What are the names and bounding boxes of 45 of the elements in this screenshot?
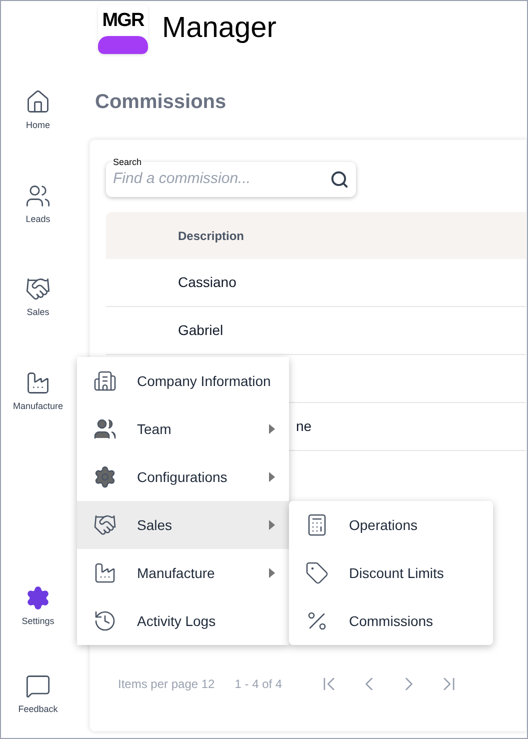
handshake-icon xyxy=(93,513,117,537)
submenu-item[interactable]: Discount Limits xyxy=(289,549,493,597)
search-icon xyxy=(330,170,349,189)
house-icon xyxy=(25,89,51,115)
tag-icon xyxy=(305,561,329,585)
table-row[interactable]: Cassiano xyxy=(106,259,526,307)
settings-icon xyxy=(25,585,51,611)
people-icon xyxy=(93,417,117,441)
submenu-item[interactable]: Commissions xyxy=(289,597,493,645)
table-cell-text: Cassiano xyxy=(178,273,236,292)
factory-icon xyxy=(25,370,51,396)
menu-item[interactable]: Company Information xyxy=(77,357,289,405)
building-icon xyxy=(93,369,117,393)
page-title: Commissions xyxy=(95,90,228,115)
menu-item[interactable]: Sales xyxy=(77,501,289,549)
sidebar-item[interactable]: Leads xyxy=(6,178,70,230)
table-cell-text: Gabriel xyxy=(178,321,224,340)
caret-icon xyxy=(269,424,275,434)
sidebar-item[interactable]: Feedback xyxy=(6,668,70,720)
table-cell-text: ne xyxy=(296,417,312,436)
menu-item[interactable]: Manufacture xyxy=(77,549,289,597)
menu-item[interactable]: Activity Logs xyxy=(77,597,289,645)
menu-item[interactable]: Team xyxy=(77,405,289,453)
column-header: Description xyxy=(178,228,244,244)
sidebar-item[interactable]: Home xyxy=(6,85,70,136)
table-row[interactable]: Gabriel xyxy=(106,307,526,355)
caret-icon xyxy=(269,568,275,578)
search-field[interactable]: Find a commission... xyxy=(113,168,330,191)
caret-icon xyxy=(269,520,275,530)
sidebar-item[interactable]: Sales xyxy=(6,272,70,324)
menu-item[interactable]: Configurations xyxy=(77,453,289,501)
speech-bubble-icon xyxy=(25,672,51,698)
people-icon xyxy=(25,182,51,208)
history-icon xyxy=(93,609,117,633)
app-name: Manager xyxy=(162,11,276,46)
items-per-page: Items per page 12 xyxy=(118,676,215,693)
factory-icon xyxy=(93,561,117,585)
caret-icon xyxy=(269,472,275,482)
page-range: 1 - 4 of 4 xyxy=(234,676,282,693)
app-logo: MGR xyxy=(98,4,148,54)
submenu-item[interactable]: Operations xyxy=(289,501,493,549)
handshake-icon xyxy=(25,276,51,302)
sidebar-item[interactable]: Settings xyxy=(6,581,70,632)
sidebar-item[interactable]: Manufacture xyxy=(6,366,70,417)
settings-icon xyxy=(93,465,117,489)
